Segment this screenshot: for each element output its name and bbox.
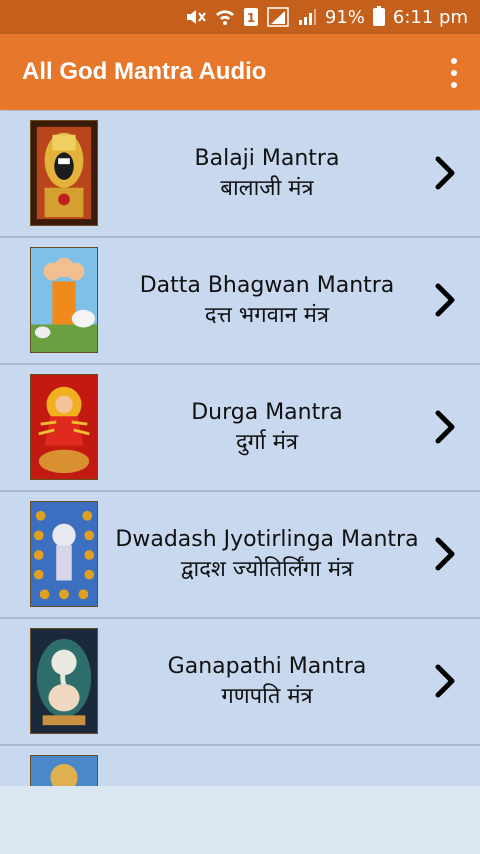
- list-item-text: Datta Bhagwan Mantra दत्त भगवान मंत्र: [112, 238, 422, 363]
- ganapathi-image: [30, 628, 98, 734]
- list-item-image: [30, 755, 98, 786]
- battery-charging-icon: [372, 6, 385, 26]
- balaji-image: [30, 120, 98, 226]
- mantra-subtitle: दुर्गा मंत्र: [235, 429, 299, 455]
- list-item-text: Ganapathi Mantra गणपति मंत्र: [112, 619, 422, 744]
- list-item-text: Balaji Mantra बालाजी मंत्र: [112, 111, 422, 236]
- list-item[interactable]: Balaji Mantra बालाजी मंत्र: [0, 111, 480, 238]
- mantra-title: Ganapathi Mantra: [167, 653, 367, 679]
- list-item-text: Durga Mantra दुर्गा मंत्र: [112, 365, 422, 490]
- durga-image: [30, 374, 98, 480]
- mantra-list: Balaji Mantra बालाजी मंत्र Datta Bhagwan…: [0, 111, 480, 786]
- app-bar: All God Mantra Audio: [0, 34, 480, 110]
- wifi-icon: [215, 8, 235, 26]
- app-title: All God Mantra Audio: [22, 58, 267, 85]
- chevron-right-icon[interactable]: [432, 409, 458, 445]
- svg-text:1: 1: [247, 11, 255, 25]
- status-time: 6:11 pm: [392, 6, 468, 28]
- list-item-text: Dwadash Jyotirlinga Mantra द्वादश ज्योति…: [112, 492, 422, 617]
- status-bar: 1 91% 6:11 pm: [0, 0, 480, 34]
- list-item[interactable]: Datta Bhagwan Mantra दत्त भगवान मंत्र: [0, 238, 480, 365]
- datta-image: [30, 247, 98, 353]
- list-item[interactable]: Dwadash Jyotirlinga Mantra द्वादश ज्योति…: [0, 492, 480, 619]
- bottom-area: [0, 786, 480, 854]
- mantra-title: Durga Mantra: [191, 399, 343, 425]
- battery-percent: 91%: [324, 6, 365, 28]
- mantra-title: Dwadash Jyotirlinga Mantra: [115, 526, 419, 552]
- more-vert-icon[interactable]: [448, 56, 460, 90]
- sim-1-icon: 1: [243, 7, 259, 27]
- chevron-right-icon[interactable]: [432, 536, 458, 572]
- mantra-subtitle: दत्त भगवान मंत्र: [204, 302, 330, 328]
- chevron-right-icon[interactable]: [432, 282, 458, 318]
- chevron-right-icon[interactable]: [432, 155, 458, 191]
- signal-2-icon: [297, 8, 317, 26]
- mantra-subtitle: गणपति मंत्र: [221, 683, 313, 709]
- list-item[interactable]: [0, 746, 480, 786]
- list-item[interactable]: Ganapathi Mantra गणपति मंत्र: [0, 619, 480, 746]
- jyotirlinga-image: [30, 501, 98, 607]
- chevron-right-icon[interactable]: [432, 663, 458, 699]
- mantra-title: Datta Bhagwan Mantra: [139, 272, 395, 298]
- mantra-subtitle: बालाजी मंत्र: [220, 175, 314, 201]
- mantra-subtitle: द्वादश ज्योतिर्लिंगा मंत्र: [180, 556, 354, 582]
- mantra-title: Balaji Mantra: [194, 145, 340, 171]
- mute-icon: [185, 8, 207, 26]
- list-item[interactable]: Durga Mantra दुर्गा मंत्र: [0, 365, 480, 492]
- signal-icon: [267, 7, 289, 27]
